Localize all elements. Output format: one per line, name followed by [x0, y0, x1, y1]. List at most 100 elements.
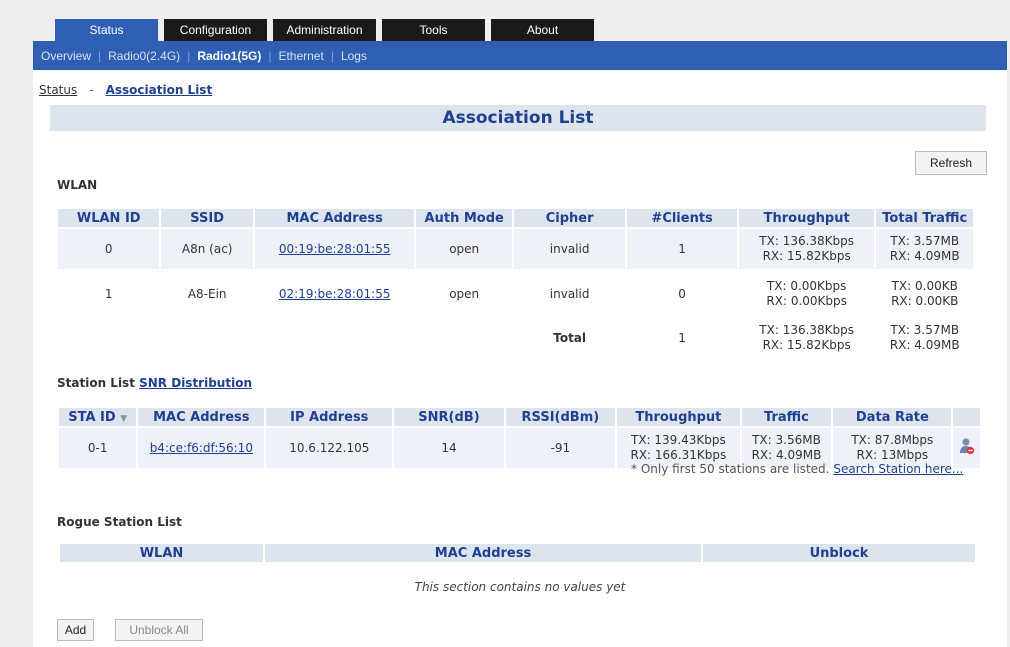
- subnav-ethernet[interactable]: Ethernet: [274, 49, 327, 63]
- station-note-text: * Only first 50 stations are listed.: [631, 462, 830, 476]
- station-list-label: Station List: [57, 376, 135, 390]
- traffic-cell: TX: 0.00KB RX: 0.00KB: [876, 271, 973, 317]
- breadcrumb-separator: -: [89, 83, 94, 97]
- throughput-rx: RX: 0.00Kbps: [766, 294, 847, 308]
- col-traffic: Traffic: [741, 408, 832, 426]
- throughput-tx: TX: 139.43Kbps: [631, 433, 726, 447]
- wlan-table-header: WLAN ID SSID MAC Address Auth Mode Ciphe…: [58, 209, 973, 227]
- subnav-radio0[interactable]: Radio0(2.4G): [104, 49, 184, 63]
- empty-cell: [58, 319, 159, 357]
- breadcrumb: Status - Association List: [39, 83, 212, 97]
- subnav-divider: |: [330, 48, 334, 63]
- add-button[interactable]: Add: [57, 619, 94, 641]
- mac-link[interactable]: b4:ce:f6:df:56:10: [150, 441, 253, 455]
- rate-rx: RX: 13Mbps: [856, 448, 929, 462]
- traffic-rx: RX: 4.09MB: [889, 338, 960, 352]
- mac-cell: b4:ce:f6:df:56:10: [138, 428, 265, 468]
- table-row: 1 A8-Ein 02:19:be:28:01:55 open invalid …: [58, 271, 973, 317]
- sub-nav: Overview | Radio0(2.4G) | Radio1(5G) | E…: [33, 41, 1007, 70]
- traffic-tx: TX: 3.57MB: [890, 323, 960, 337]
- snr-distribution-link[interactable]: SNR Distribution: [139, 376, 252, 390]
- search-station-link[interactable]: Search Station here...: [833, 462, 963, 476]
- col-mac-address: MAC Address: [265, 544, 701, 562]
- tab-configuration[interactable]: Configuration: [164, 19, 267, 41]
- mac-link[interactable]: 00:19:be:28:01:55: [279, 242, 391, 256]
- col-throughput: Throughput: [617, 408, 740, 426]
- mac-cell: 02:19:be:28:01:55: [255, 271, 415, 317]
- subnav-logs[interactable]: Logs: [337, 49, 371, 63]
- throughput-rx: RX: 15.82Kbps: [762, 249, 851, 263]
- tab-about[interactable]: About: [491, 19, 594, 41]
- subnav-divider: |: [98, 48, 102, 63]
- cipher-cell: invalid: [513, 229, 626, 269]
- sta-id-cell: 0-1: [59, 428, 137, 468]
- col-action: [953, 408, 980, 426]
- subnav-radio1[interactable]: Radio1(5G): [193, 49, 265, 63]
- throughput-tx: TX: 136.38Kbps: [759, 323, 855, 337]
- wlan-section-title: WLAN: [57, 178, 98, 192]
- col-unblock: Unblock: [703, 544, 975, 562]
- traffic-tx: TX: 3.57MB: [890, 234, 960, 248]
- subnav-overview[interactable]: Overview: [37, 49, 95, 63]
- col-rssi: RSSI(dBm): [505, 408, 616, 426]
- tab-tools[interactable]: Tools: [382, 19, 485, 41]
- wlan-table: WLAN ID SSID MAC Address Auth Mode Ciphe…: [56, 207, 975, 359]
- empty-message: This section contains no values yet: [414, 580, 626, 594]
- traffic-cell: TX: 3.57MB RX: 4.09MB: [876, 229, 973, 269]
- ssid-cell: A8n (ac): [161, 229, 253, 269]
- breadcrumb-current[interactable]: Association List: [106, 83, 213, 97]
- auth-cell: open: [449, 286, 480, 301]
- total-throughput: TX: 136.38Kbps RX: 15.82Kbps: [739, 319, 875, 357]
- col-wlan: WLAN: [60, 544, 263, 562]
- block-user-icon[interactable]: [959, 437, 975, 455]
- tab-status[interactable]: Status: [55, 19, 158, 41]
- throughput-tx: TX: 136.38Kbps: [759, 234, 855, 248]
- station-table-header: STA ID ▼ MAC Address IP Address SNR(dB) …: [59, 408, 980, 426]
- col-sta-id[interactable]: STA ID ▼: [59, 408, 137, 426]
- empty-cell: [161, 319, 252, 357]
- col-auth-mode: Auth Mode: [416, 209, 512, 227]
- ip-cell: 10.6.122.105: [266, 428, 393, 468]
- throughput-rx: RX: 166.31Kbps: [630, 448, 727, 462]
- rogue-table-header: WLAN MAC Address Unblock: [60, 544, 975, 562]
- col-clients: #Clients: [627, 209, 737, 227]
- traffic-tx: TX: 0.00KB: [891, 279, 958, 293]
- col-ip-address: IP Address: [266, 408, 393, 426]
- top-tabs: Status Configuration Administration Tool…: [55, 19, 600, 41]
- tab-administration[interactable]: Administration: [273, 19, 376, 41]
- col-ssid: SSID: [161, 209, 253, 227]
- col-wlan-id: WLAN ID: [58, 209, 160, 227]
- total-clients: 1: [678, 330, 686, 345]
- rate-tx: TX: 87.8Mbps: [851, 433, 934, 447]
- total-label: Total: [553, 330, 587, 345]
- auth-cell: open: [416, 229, 512, 269]
- col-snr: SNR(dB): [394, 408, 504, 426]
- rogue-table: WLAN MAC Address Unblock: [58, 542, 977, 564]
- table-row-total: Total 1 TX: 136.38Kbps RX: 15.82Kbps TX: …: [58, 319, 973, 357]
- snr-cell: 14: [394, 428, 504, 468]
- rogue-list-title: Rogue Station List: [57, 515, 182, 529]
- col-cipher: Cipher: [513, 209, 626, 227]
- page-title: Association List: [50, 105, 986, 131]
- col-mac-address: MAC Address: [254, 209, 415, 227]
- empty-cell: [255, 319, 415, 357]
- traffic-rx: RX: 4.09MB: [751, 448, 822, 462]
- subnav-divider: |: [268, 48, 272, 63]
- table-row: 0 A8n (ac) 00:19:be:28:01:55 open invali…: [58, 229, 973, 269]
- empty-cell: [416, 319, 511, 357]
- station-table: STA ID ▼ MAC Address IP Address SNR(dB) …: [57, 406, 982, 470]
- unblock-all-button[interactable]: Unblock All: [115, 619, 203, 641]
- breadcrumb-status-link[interactable]: Status: [39, 83, 77, 97]
- wlan-id-cell: 1: [104, 286, 113, 301]
- wlan-id-cell: 0: [58, 229, 160, 269]
- throughput-cell: TX: 136.38Kbps RX: 15.82Kbps: [738, 229, 875, 269]
- mac-link[interactable]: 02:19:be:28:01:55: [279, 287, 391, 301]
- station-note: * Only first 50 stations are listed. Sea…: [631, 462, 963, 476]
- total-traffic: TX: 3.57MB RX: 4.09MB: [876, 319, 973, 357]
- subnav-divider: |: [187, 48, 191, 63]
- refresh-button[interactable]: Refresh: [915, 151, 987, 175]
- cipher-cell: invalid: [549, 286, 590, 301]
- throughput-tx: TX: 0.00Kbps: [766, 279, 847, 293]
- col-mac-address: MAC Address: [138, 408, 265, 426]
- station-list-title: Station List SNR Distribution: [57, 376, 252, 390]
